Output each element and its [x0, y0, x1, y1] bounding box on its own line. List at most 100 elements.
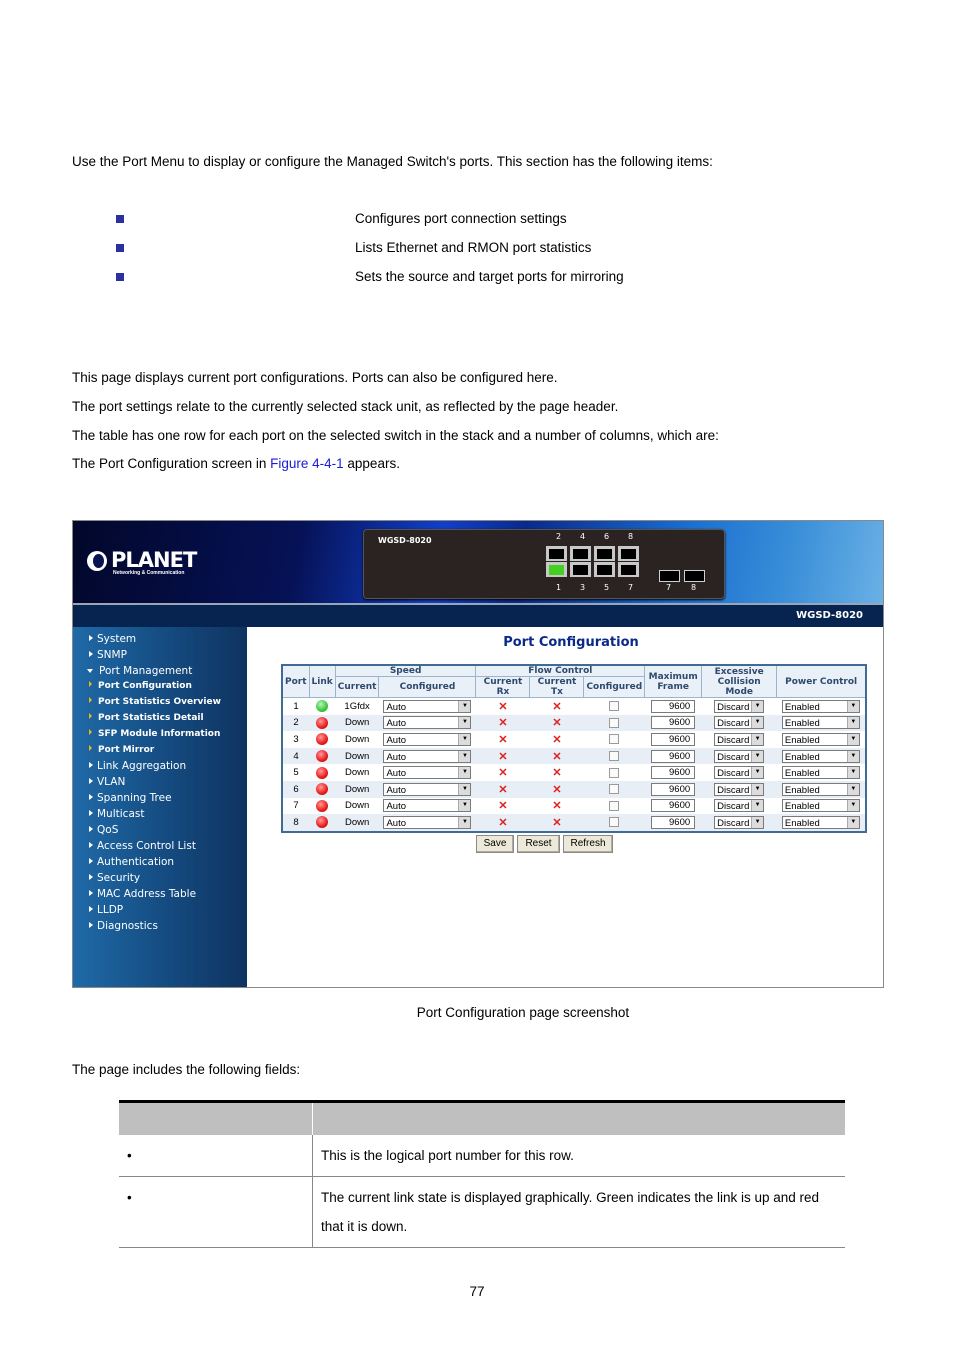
- caret-right-icon: [89, 697, 92, 703]
- collision-mode-select[interactable]: Discard ▼: [714, 815, 765, 829]
- flow-control-checkbox[interactable]: [609, 817, 620, 828]
- figure-caption: Port Configuration page screenshot: [416, 1005, 630, 1020]
- collision-mode-select[interactable]: Discard ▼: [714, 799, 765, 813]
- collision-select-value: Discard: [717, 768, 750, 780]
- sidebar-item[interactable]: Port Statistics Overview: [89, 697, 221, 707]
- sfp-port-icon[interactable]: [684, 570, 705, 582]
- power-cell: Enabled ▼: [777, 798, 867, 815]
- power-control-select[interactable]: Enabled ▼: [781, 732, 860, 746]
- figure-ref-prefix: The Port Configuration screen in: [72, 456, 271, 471]
- col-excessive-collision: Excessive Collision Mode: [701, 664, 778, 698]
- sidebar-item[interactable]: LLDP: [89, 904, 123, 916]
- rj45-port-icon[interactable]: [594, 562, 615, 577]
- max-frame-input[interactable]: 9600: [651, 716, 696, 730]
- sidebar: System SNMP Port Management Port Configurat…: [73, 627, 247, 987]
- table-row: 8 Down Auto ▼ ✕ ✕ 9600 Discard ▼ Enabled ▼: [282, 814, 867, 832]
- dropdown-arrow-icon: ▼: [751, 800, 764, 812]
- power-control-select[interactable]: Enabled ▼: [781, 716, 860, 730]
- port-number: 3: [580, 583, 586, 592]
- flow-control-checkbox[interactable]: [609, 717, 620, 728]
- sidebar-item[interactable]: Port Management: [87, 665, 192, 677]
- rj45-port-icon[interactable]: [594, 546, 615, 561]
- power-control-select[interactable]: Enabled ▼: [781, 815, 860, 829]
- speed-select[interactable]: Auto ▼: [383, 732, 472, 746]
- collision-mode-select[interactable]: Discard ▼: [714, 699, 765, 713]
- sidebar-item[interactable]: Spanning Tree: [89, 792, 172, 804]
- flow-control-checkbox[interactable]: [609, 751, 620, 762]
- collision-mode-select[interactable]: Discard ▼: [714, 782, 765, 796]
- banner: PLANET Networking & Communication WGSD-8…: [73, 521, 883, 603]
- speed-select[interactable]: Auto ▼: [383, 799, 472, 813]
- collision-mode-select[interactable]: Discard ▼: [714, 716, 765, 730]
- power-control-select[interactable]: Enabled ▼: [781, 749, 860, 763]
- field-description: The current link state is displayed grap…: [312, 1176, 845, 1248]
- port-number: 1: [556, 583, 562, 592]
- flow-control-checkbox[interactable]: [609, 734, 620, 745]
- speed-select[interactable]: Auto ▼: [383, 766, 472, 780]
- rj45-port-up-icon[interactable]: [546, 562, 567, 577]
- dropdown-arrow-icon: ▼: [751, 700, 764, 712]
- dropdown-arrow-icon: ▼: [846, 767, 859, 779]
- max-frame-input[interactable]: 9600: [651, 766, 696, 780]
- figure-link[interactable]: Figure 4-4-1: [270, 456, 344, 471]
- rj45-port-icon[interactable]: [546, 546, 567, 561]
- sidebar-item[interactable]: SNMP: [89, 649, 127, 661]
- sidebar-item[interactable]: Multicast: [89, 808, 144, 820]
- flow-control-checkbox[interactable]: [609, 784, 620, 795]
- rj45-port-icon[interactable]: [618, 546, 639, 561]
- power-control-select[interactable]: Enabled ▼: [781, 766, 860, 780]
- sidebar-item[interactable]: Diagnostics: [89, 920, 158, 932]
- speed-select[interactable]: Auto ▼: [383, 699, 472, 713]
- max-frame-input[interactable]: 9600: [651, 782, 696, 796]
- power-control-select[interactable]: Enabled ▼: [781, 782, 860, 796]
- reset-button[interactable]: Reset: [517, 835, 560, 853]
- sidebar-item[interactable]: VLAN: [89, 776, 125, 788]
- flow-control-checkbox[interactable]: [609, 701, 620, 712]
- flow-control-checkbox[interactable]: [609, 767, 620, 778]
- power-control-select[interactable]: Enabled ▼: [781, 699, 860, 713]
- max-frame-input[interactable]: 9600: [651, 699, 696, 713]
- sidebar-item[interactable]: Security: [89, 872, 140, 884]
- max-frame-input[interactable]: 9600: [651, 749, 696, 763]
- item-description: Sets the source and target ports for mir…: [355, 269, 624, 284]
- paragraph: The port settings relate to the currentl…: [72, 399, 619, 414]
- flow-tx-disabled-icon: ✕: [552, 750, 562, 763]
- max-frame-input[interactable]: 9600: [651, 815, 696, 829]
- sidebar-item[interactable]: QoS: [89, 824, 118, 836]
- collision-mode-select[interactable]: Discard ▼: [714, 766, 765, 780]
- port-number: 6: [604, 532, 610, 541]
- caret-right-icon: [89, 778, 93, 784]
- speed-select[interactable]: Auto ▼: [383, 749, 472, 763]
- sidebar-item[interactable]: SFP Module Information: [89, 729, 220, 739]
- speed-current: Down: [344, 733, 370, 745]
- speed-select[interactable]: Auto ▼: [383, 782, 472, 796]
- max-frame-input[interactable]: 9600: [651, 732, 696, 746]
- rj45-port-icon[interactable]: [570, 546, 591, 561]
- flow-control-checkbox[interactable]: [609, 800, 620, 811]
- flow-rx-disabled-icon: ✕: [498, 816, 508, 829]
- sidebar-item[interactable]: System: [89, 633, 136, 645]
- dropdown-arrow-icon: ▼: [846, 717, 859, 729]
- sidebar-item[interactable]: Port Mirror: [89, 745, 154, 755]
- dropdown-arrow-icon: ▼: [846, 733, 859, 745]
- sidebar-item[interactable]: MAC Address Table: [89, 888, 196, 900]
- tx-cell: ✕: [530, 764, 584, 781]
- power-control-select[interactable]: Enabled ▼: [781, 799, 860, 813]
- speed-select[interactable]: Auto ▼: [383, 716, 472, 730]
- save-button[interactable]: Save: [476, 835, 514, 853]
- port-number: 8: [282, 814, 310, 832]
- speed-select[interactable]: Auto ▼: [383, 815, 472, 829]
- sidebar-item[interactable]: Port Configuration: [89, 681, 192, 691]
- collision-mode-select[interactable]: Discard ▼: [714, 732, 765, 746]
- rj45-port-icon[interactable]: [618, 562, 639, 577]
- sidebar-item[interactable]: Authentication: [89, 856, 174, 868]
- sidebar-item[interactable]: Link Aggregation: [89, 760, 186, 772]
- sidebar-item[interactable]: Port Statistics Detail: [89, 713, 204, 723]
- sfp-port-icon[interactable]: [659, 570, 680, 582]
- collision-mode-select[interactable]: Discard ▼: [714, 749, 765, 763]
- max-frame-input[interactable]: 9600: [651, 799, 696, 813]
- sidebar-item[interactable]: Access Control List: [89, 840, 196, 852]
- rj45-port-icon[interactable]: [570, 562, 591, 577]
- refresh-button[interactable]: Refresh: [563, 835, 613, 853]
- sidebar-item-label: LLDP: [97, 904, 124, 916]
